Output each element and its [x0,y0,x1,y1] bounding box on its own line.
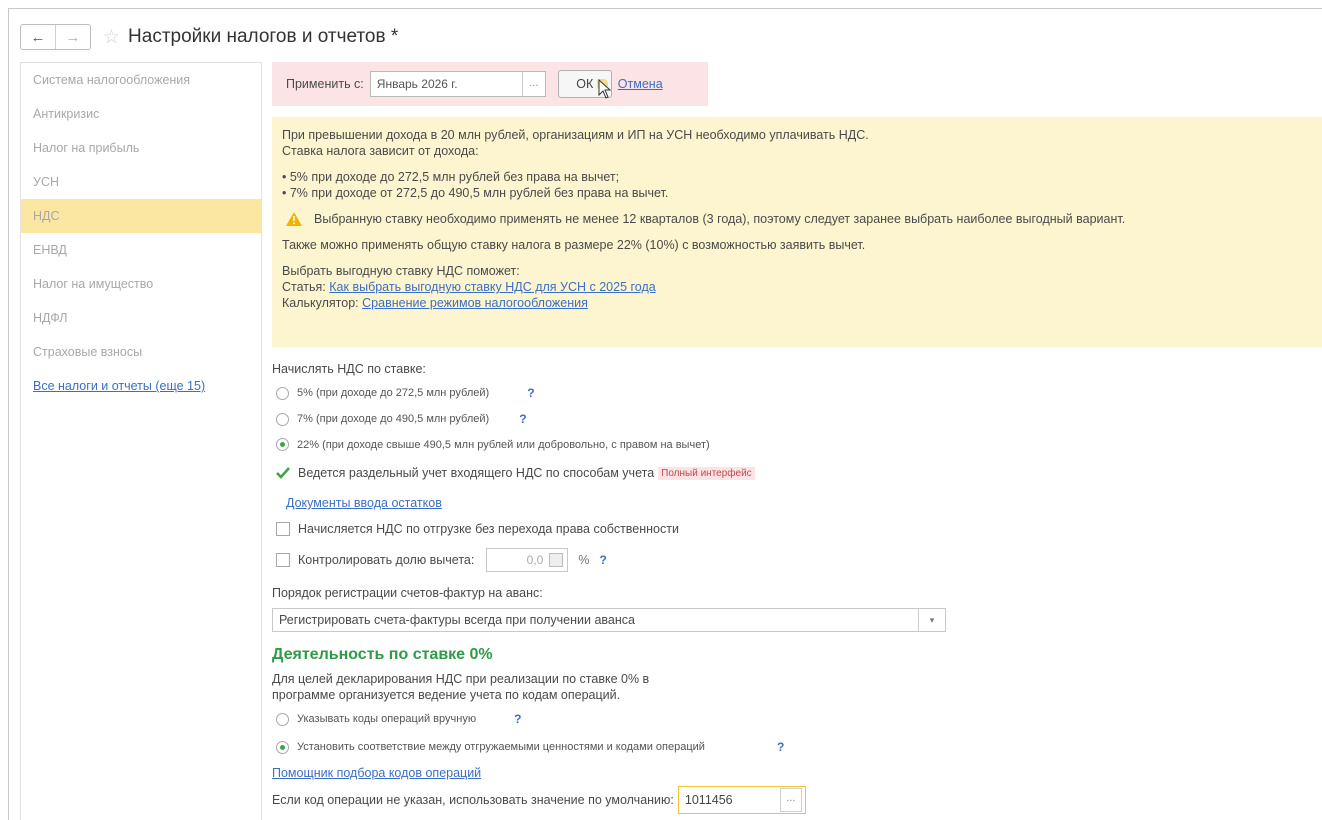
page-title: Настройки налогов и отчетов * [128,26,399,47]
checkmark-icon[interactable] [276,466,290,480]
warning-icon [286,212,302,226]
apply-from-bar: Применить с: Январь 2026 г. ... ОК Отмен… [272,62,708,106]
op-code-helper-link[interactable]: Помощник подбора кодов операций [272,766,481,780]
mouse-cursor-icon [596,79,612,99]
invoice-order-value[interactable]: Регистрировать счета-фактуры всегда при … [273,613,918,627]
sidebar-item-ndfl[interactable]: НДФЛ [21,301,261,335]
zero-rate-title: Деятельность по ставке 0% [272,646,493,663]
rate-option-5[interactable]: 5% (при доходе до 272,5 млн рублей) ? [276,386,535,400]
apply-date-field[interactable]: Январь 2026 г. ... [369,71,546,97]
op-code-mapping-help-icon[interactable]: ? [777,740,784,754]
rate-option-22[interactable]: 22% (при доходе свыше 490,5 млн рублей и… [276,438,710,451]
calculator-icon[interactable] [549,553,564,567]
separate-accounting-label[interactable]: Ведется раздельный учет входящего НДС по… [298,466,654,480]
deduction-help-icon[interactable]: ? [599,553,606,567]
sidebar-item-usn[interactable]: УСН [21,165,261,199]
invoice-order-select[interactable]: Регистрировать счета-фактуры всегда при … [272,608,946,632]
forward-button[interactable]: → [55,25,90,49]
sidebar-item-envd[interactable]: ЕНВД [21,233,261,267]
opening-balances-link-text[interactable]: Документы ввода остатков [286,496,442,510]
title-bar: ← → ☆ Настройки налогов и отчетов * [20,22,398,52]
deduction-share-row[interactable]: Контролировать долю вычета: 0,0 % ? [276,548,607,572]
invoice-order-label: Порядок регистрации счетов-фактур на ава… [272,586,543,600]
deduction-share-checkbox[interactable] [276,553,290,567]
calculator-row: Калькулятор: Сравнение режимов налогообл… [282,295,1312,311]
rate-5-radio[interactable] [276,386,289,400]
info-bullet-1: • 5% при доходе до 272,5 млн рублей без … [282,170,620,184]
sidebar-item-tax-system[interactable]: Система налогообложения [21,63,261,97]
info-bullet-2: • 7% при доходе от 272,5 до 490,5 млн ру… [282,186,669,200]
sidebar-item-profit-tax[interactable]: Налог на прибыль [21,131,261,165]
separate-accounting-row[interactable]: Ведется раздельный учет входящего НДС по… [276,466,755,480]
article-label: Статья: [282,280,326,294]
date-picker-button[interactable]: ... [521,72,545,96]
op-code-manual-option[interactable]: Указывать коды операций вручную ? [276,712,521,726]
default-code-select-button[interactable]: ... [779,788,802,812]
nav-buttons: ← → [20,24,91,50]
rate-7-label[interactable]: 7% (при доходе до 490,5 млн рублей) [297,413,489,425]
calculator-label: Калькулятор: [282,296,359,310]
sidebar-item-vat[interactable]: НДС [21,199,261,233]
shipment-vat-row[interactable]: Начисляется НДС по отгрузке без перехода… [276,522,679,536]
rate-5-label[interactable]: 5% (при доходе до 272,5 млн рублей) [297,387,489,399]
warning-text: Выбранную ставку необходимо применять не… [314,212,1126,226]
favorite-star-icon[interactable]: ☆ [103,26,120,49]
info-line-1: При превышении дохода в 20 млн рублей, о… [282,128,869,142]
warning-row: Выбранную ставку необходимо применять не… [282,211,1312,227]
op-code-mapping-option[interactable]: Установить соответствие между отгружаемы… [276,740,784,754]
full-interface-badge: Полный интерфейс [658,466,755,480]
op-code-helper-link-text[interactable]: Помощник подбора кодов операций [272,766,481,780]
sidebar-item-all-taxes[interactable]: Все налоги и отчеты (еще 15) [21,369,261,403]
rate-5-help-icon[interactable]: ? [527,386,534,400]
default-code-row: Если код операции не указан, использоват… [272,786,806,814]
sidebar-item-anticrisis[interactable]: Антикризис [21,97,261,131]
rate-7-radio[interactable] [276,412,289,426]
shipment-vat-label[interactable]: Начисляется НДС по отгрузке без перехода… [298,522,679,536]
general-rate-text: Также можно применять общую ставку налог… [282,238,866,252]
deduction-share-input[interactable]: 0,0 [486,548,569,572]
apply-date-value[interactable]: Январь 2026 г. [371,77,522,91]
default-code-label: Если код операции не указан, использоват… [272,793,674,807]
cancel-link[interactable]: Отмена [618,77,663,91]
zero-rate-desc-2: программе организуется ведение учета по … [272,688,621,702]
opening-balances-link[interactable]: Документы ввода остатков [286,496,442,510]
default-code-value[interactable]: 1011456 [679,793,780,807]
calculator-link[interactable]: Сравнение режимов налогообложения [362,296,588,310]
sidebar-item-property-tax[interactable]: Налог на имущество [21,267,261,301]
info-line-2: Ставка налога зависит от дохода: [282,144,479,158]
op-code-manual-radio[interactable] [276,712,289,726]
rate-option-7[interactable]: 7% (при доходе до 490,5 млн рублей) ? [276,412,527,426]
back-button[interactable]: ← [21,25,55,49]
sidebar: Система налогообложения Антикризис Налог… [20,62,262,820]
rate-22-label[interactable]: 22% (при доходе свыше 490,5 млн рублей и… [297,439,710,451]
article-row: Статья: Как выбрать выгодную ставку НДС … [282,279,1312,295]
op-code-mapping-label[interactable]: Установить соответствие между отгружаемы… [297,741,705,753]
op-code-manual-help-icon[interactable]: ? [514,712,521,726]
deduction-share-label[interactable]: Контролировать долю вычета: [298,553,474,567]
rate-heading: Начислять НДС по ставке: [272,362,426,376]
zero-rate-desc-1: Для целей декларирования НДС при реализа… [272,672,650,686]
chevron-down-icon[interactable]: ▾ [918,609,945,631]
op-code-mapping-radio[interactable] [276,740,289,754]
percent-unit: % [578,553,590,567]
invoice-order-dropdown[interactable]: Регистрировать счета-фактуры всегда при … [272,608,946,632]
help-intro-text: Выбрать выгодную ставку НДС поможет: [282,264,520,278]
deduction-share-value: 0,0 [526,553,544,567]
ok-button[interactable]: ОК [557,70,612,99]
ok-button-label: ОК [576,77,594,91]
op-code-manual-label[interactable]: Указывать коды операций вручную [297,713,476,725]
article-link[interactable]: Как выбрать выгодную ставку НДС для УСН … [329,280,655,294]
shipment-vat-checkbox[interactable] [276,522,290,536]
rate-22-radio[interactable] [276,438,289,451]
vat-info-panel: При превышении дохода в 20 млн рублей, о… [272,117,1322,347]
apply-from-label: Применить с: [286,77,364,91]
rate-7-help-icon[interactable]: ? [519,412,526,426]
sidebar-item-insurance[interactable]: Страховые взносы [21,335,261,369]
default-code-field[interactable]: 1011456 ... [677,786,806,814]
